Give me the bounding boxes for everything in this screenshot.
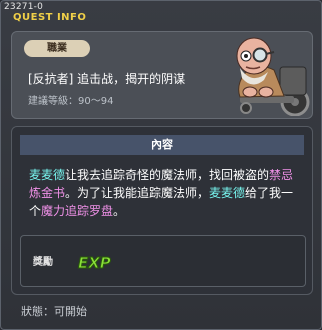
npc-name: 麦麦德	[209, 186, 246, 200]
window-title: QUEST INFO	[13, 12, 87, 23]
quest-description: 麦麦德让我去追踪奇怪的魔法师，找回被盗的禁忌炼金书。为了让我能追踪魔法师，麦麦德…	[29, 168, 294, 218]
quest-id: 23271-0	[4, 2, 44, 12]
quest-content-panel: 內容 麦麦德让我去追踪奇怪的魔法师，找回被盗的禁忌炼金书。为了让我能追踪魔法师，…	[11, 126, 313, 295]
reward-box: 獎勵 EXP	[20, 235, 306, 287]
quest-info-panel: 職業 [反抗者] 追击战，揭开的阴谋 建議等級：90～94	[11, 31, 313, 119]
item-name: 魔力追踪罗盘	[41, 204, 114, 218]
job-badge: 職業	[24, 40, 90, 57]
npc-portrait-icon	[236, 37, 310, 116]
quest-info-window: 23271-0 QUEST INFO 職業 [反抗者] 追击战，揭开的阴谋 建議…	[0, 0, 322, 330]
exp-icon: EXP	[78, 254, 112, 273]
quest-name: [反抗者] 追击战，揭开的阴谋	[28, 72, 186, 86]
reward-label: 獎勵	[33, 257, 53, 268]
svg-text:EXP: EXP	[78, 254, 111, 272]
content-header: 內容	[20, 135, 304, 155]
quest-status: 狀態：可開始	[21, 305, 87, 318]
recommended-level: 建議等級：90～94	[28, 96, 114, 107]
npc-name: 麦麦德	[29, 168, 66, 182]
